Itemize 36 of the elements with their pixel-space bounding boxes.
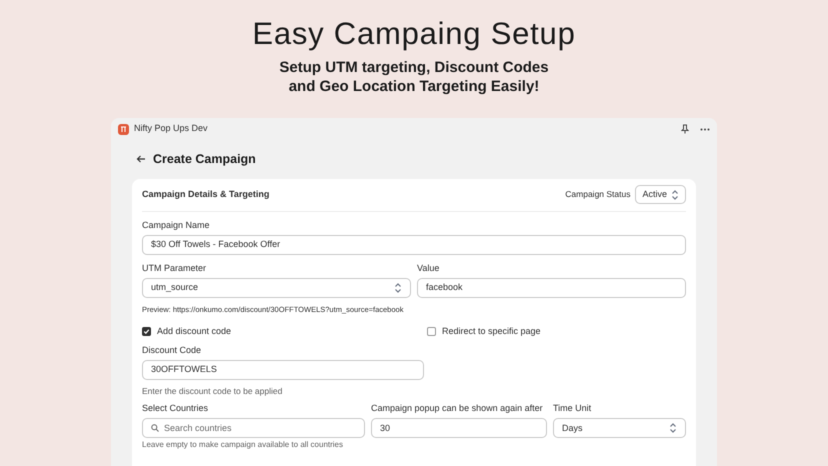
more-icon[interactable] (700, 128, 710, 130)
campaign-name-field[interactable]: $30 Off Towels - Facebook Offer (142, 234, 686, 255)
app-logo-icon (118, 124, 129, 134)
field-label: Value (417, 264, 440, 273)
status-label: Campaign Status (565, 188, 630, 202)
hero-subtitle: and Geo Location Targeting Easily! (288, 77, 540, 96)
status-select[interactable]: Active (635, 185, 686, 204)
field-label: Campaign Name (142, 220, 211, 230)
utm-value-field[interactable]: facebook (417, 278, 686, 298)
hero-subtitle: Setup UTM targeting, Discount Codes (279, 58, 549, 77)
field-label: Select Countries (142, 404, 210, 414)
chevron-updown-icon (671, 190, 679, 200)
hero-title: Easy Campaing Setup (252, 16, 576, 52)
card-title: Campaign Details & Targeting (142, 188, 270, 201)
field-label: Discount Code (142, 346, 202, 354)
checkbox-label: Redirect to specific page (442, 325, 541, 338)
chevron-updown-icon (394, 282, 402, 293)
discount-code-field[interactable]: 30OFFTOWELS (142, 360, 424, 380)
field-label: Time Unit (553, 404, 592, 414)
field-hint: Leave empty to make campaign available to all countries (142, 440, 344, 450)
time-unit-select[interactable]: Days (553, 418, 686, 438)
back-arrow-icon[interactable] (136, 155, 146, 164)
search-icon (151, 424, 159, 432)
checkbox[interactable] (142, 327, 151, 336)
field-label: Campaign popup can be shown again after (371, 404, 544, 414)
country-search-field[interactable]: Search countries (142, 418, 365, 438)
checkbox[interactable] (427, 327, 436, 336)
pin-icon[interactable] (681, 124, 689, 134)
chevron-updown-icon (669, 423, 677, 434)
checkbox-label: Add discount code (157, 325, 232, 338)
field-label: UTM Parameter (142, 264, 208, 273)
field-hint: Enter the discount code to be applied (142, 384, 284, 398)
window-title: Nifty Pop Ups Dev (134, 122, 208, 136)
page-title: Create Campaign (153, 151, 256, 168)
utm-parameter-select[interactable]: utm_source (142, 278, 411, 298)
show-again-field[interactable]: 30 (371, 418, 547, 438)
